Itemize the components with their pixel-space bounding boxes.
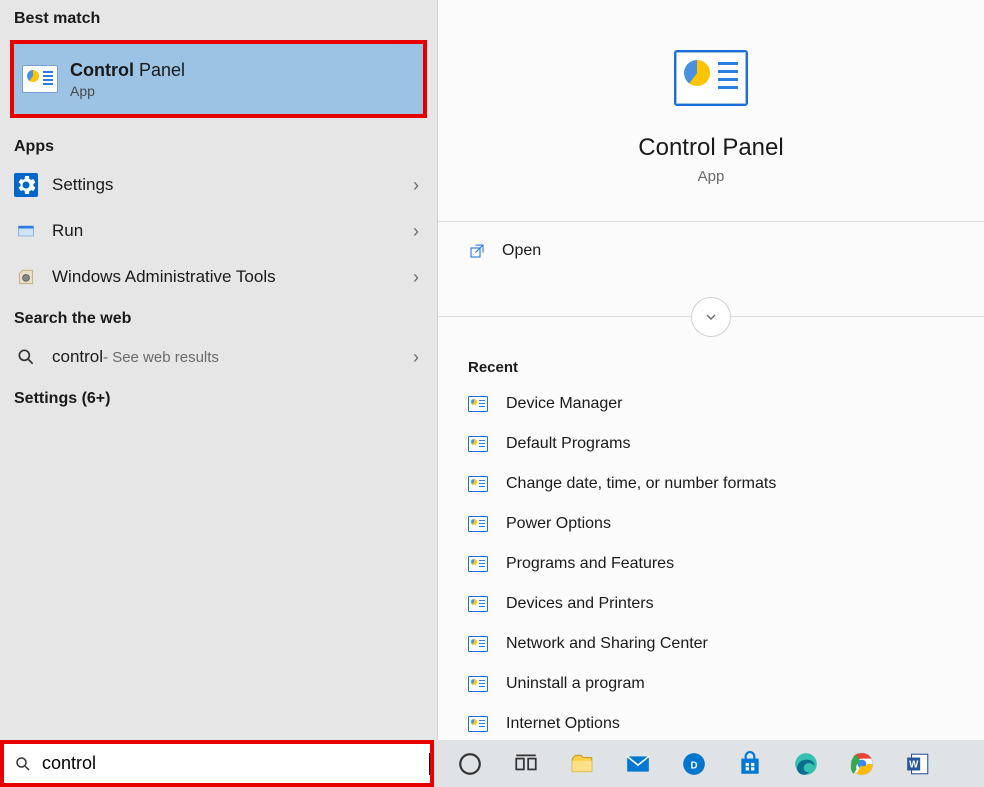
section-apps: Apps xyxy=(0,128,437,162)
control-panel-mini-icon xyxy=(468,676,488,692)
taskbar: D W xyxy=(434,740,984,787)
search-results-pane: Best match Control Panel App Apps Settin… xyxy=(0,0,437,740)
taskbar-row: D W xyxy=(0,740,984,787)
control-panel-mini-icon xyxy=(468,636,488,652)
chevron-right-icon: › xyxy=(413,175,419,196)
control-panel-mini-icon xyxy=(468,436,488,452)
web-search-item[interactable]: control - See web results › xyxy=(0,334,437,380)
recent-item-label: Devices and Printers xyxy=(506,595,654,613)
control-panel-mini-icon xyxy=(468,556,488,572)
control-panel-large-icon xyxy=(674,50,748,106)
recent-item[interactable]: Change date, time, or number formats xyxy=(438,464,984,504)
best-match-subtitle: App xyxy=(70,83,185,99)
recent-item[interactable]: Internet Options xyxy=(438,704,984,740)
app-label: Run xyxy=(52,221,83,241)
recent-item-label: Network and Sharing Center xyxy=(506,635,708,653)
search-input[interactable] xyxy=(42,753,431,774)
control-panel-mini-icon xyxy=(468,476,488,492)
svg-text:D: D xyxy=(690,760,697,771)
recent-item[interactable]: Device Manager xyxy=(438,384,984,424)
recent-item-label: Change date, time, or number formats xyxy=(506,475,776,493)
section-web: Search the web xyxy=(0,300,437,334)
run-icon xyxy=(14,219,38,243)
text-cursor xyxy=(429,753,430,775)
file-explorer-icon[interactable] xyxy=(568,750,596,778)
recent-item-label: Uninstall a program xyxy=(506,675,645,693)
recent-item-label: Internet Options xyxy=(506,715,620,733)
edge-icon[interactable] xyxy=(792,750,820,778)
search-icon xyxy=(14,345,38,369)
control-panel-icon xyxy=(22,65,58,93)
app-label: Windows Administrative Tools xyxy=(52,267,276,287)
control-panel-mini-icon xyxy=(468,716,488,732)
recent-item[interactable]: Uninstall a program xyxy=(438,664,984,704)
recent-list: Device Manager Default Programs Change dat… xyxy=(438,384,984,740)
app-item-run[interactable]: Run › xyxy=(0,208,437,254)
cortana-icon[interactable] xyxy=(456,750,484,778)
svg-text:W: W xyxy=(909,759,919,770)
web-query: control xyxy=(52,347,103,367)
control-panel-mini-icon xyxy=(468,516,488,532)
task-view-icon[interactable] xyxy=(512,750,540,778)
open-action[interactable]: Open xyxy=(438,222,984,280)
best-match-control-panel[interactable]: Control Panel App xyxy=(10,40,427,118)
admin-tools-icon xyxy=(14,265,38,289)
detail-pane: Control Panel App Open Recent Device Man… xyxy=(437,0,984,740)
recent-item-label: Programs and Features xyxy=(506,555,674,573)
chevron-right-icon: › xyxy=(413,221,419,242)
best-match-title: Control Panel xyxy=(70,60,185,81)
gear-icon xyxy=(14,173,38,197)
open-label: Open xyxy=(502,242,541,260)
search-icon xyxy=(14,755,32,773)
recent-item[interactable]: Devices and Printers xyxy=(438,584,984,624)
expand-button[interactable] xyxy=(691,297,731,337)
detail-title: Control Panel xyxy=(438,134,984,162)
mail-icon[interactable] xyxy=(624,750,652,778)
app-item-admin-tools[interactable]: Windows Administrative Tools › xyxy=(0,254,437,300)
recent-item-label: Default Programs xyxy=(506,435,631,453)
app-item-settings[interactable]: Settings › xyxy=(0,162,437,208)
dell-icon[interactable]: D xyxy=(680,750,708,778)
section-settings[interactable]: Settings (6+) xyxy=(0,380,437,414)
chrome-icon[interactable] xyxy=(848,750,876,778)
recent-item[interactable]: Power Options xyxy=(438,504,984,544)
recent-item[interactable]: Default Programs xyxy=(438,424,984,464)
control-panel-mini-icon xyxy=(468,596,488,612)
recent-item-label: Power Options xyxy=(506,515,611,533)
app-label: Settings xyxy=(52,175,113,195)
web-suffix: - See web results xyxy=(103,349,219,366)
recent-item-label: Device Manager xyxy=(506,395,623,413)
control-panel-mini-icon xyxy=(468,396,488,412)
recent-item[interactable]: Network and Sharing Center xyxy=(438,624,984,664)
section-best-match: Best match xyxy=(0,0,437,34)
chevron-right-icon: › xyxy=(413,347,419,368)
detail-subtitle: App xyxy=(438,168,984,185)
recent-header: Recent xyxy=(438,337,984,384)
word-icon[interactable]: W xyxy=(904,750,932,778)
open-icon xyxy=(468,242,486,260)
recent-item[interactable]: Programs and Features xyxy=(438,544,984,584)
search-box[interactable] xyxy=(0,740,434,787)
store-icon[interactable] xyxy=(736,750,764,778)
chevron-right-icon: › xyxy=(413,267,419,288)
